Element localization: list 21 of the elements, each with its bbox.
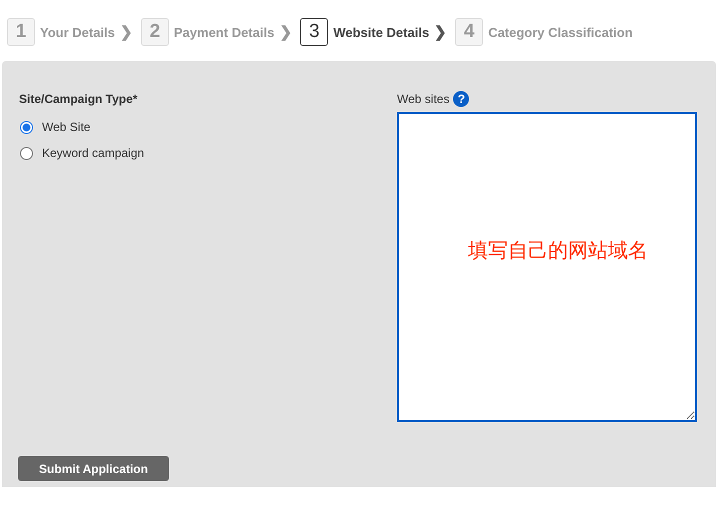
radio-label: Keyword campaign: [42, 146, 144, 160]
step-label: Category Classification: [488, 24, 633, 40]
field-label: Web sites: [397, 92, 450, 106]
step-label: Payment Details: [174, 24, 274, 40]
submit-button[interactable]: Submit Application: [18, 456, 169, 481]
annotation-text: 填写自己的网站域名: [468, 239, 648, 264]
step-number: 4: [455, 18, 484, 46]
step-label: Your Details: [40, 24, 115, 40]
field-label: Site/Campaign Type*: [19, 92, 138, 106]
step-number: 1: [7, 18, 35, 46]
step-number: 2: [140, 18, 169, 46]
radio-label: Web Site: [42, 120, 90, 134]
radio-button[interactable]: [20, 146, 33, 160]
radio-button[interactable]: [20, 120, 33, 134]
help-icon[interactable]: ?: [453, 91, 470, 107]
step-label: Website Details: [333, 24, 430, 40]
chevron-icon: ❯: [279, 23, 292, 41]
step-number: 3: [300, 18, 328, 46]
chevron-icon: ❯: [120, 23, 133, 41]
websites-field[interactable]: [397, 112, 697, 422]
chevron-icon: ❯: [434, 23, 448, 41]
